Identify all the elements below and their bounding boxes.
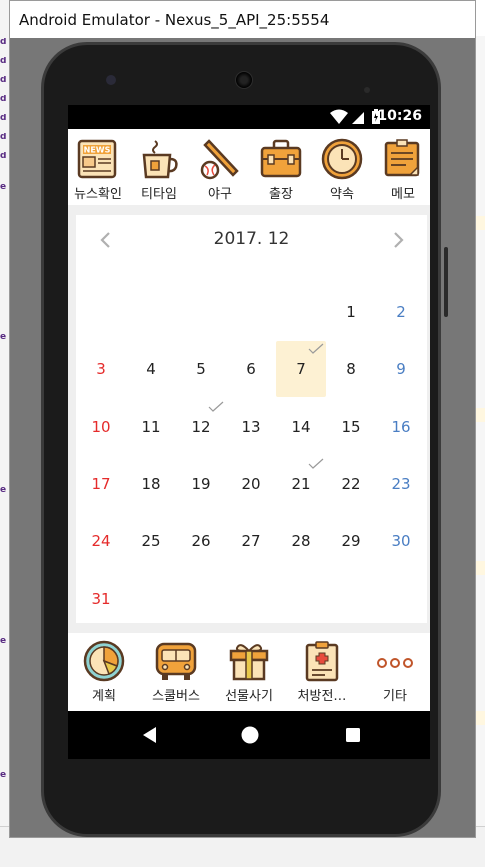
calendar-day[interactable]: 1 [326, 284, 376, 340]
chevron-right-icon [394, 232, 404, 248]
status-bar: 10:26 [68, 105, 430, 129]
emulator-window: Android Emulator - Nexus_5_API_25:5554 1… [9, 0, 476, 838]
category-label: 스쿨버스 [152, 689, 200, 704]
calendar-day[interactable]: 31 [76, 571, 126, 627]
calendar-day[interactable]: 2 [376, 284, 426, 340]
category-prescription[interactable]: 처방전… [286, 639, 358, 709]
calendar-day[interactable]: 22 [326, 456, 376, 512]
category-news[interactable]: NEWS 뉴스확인 [69, 137, 127, 205]
calendar-day[interactable]: 27 [226, 513, 276, 569]
top-category-bar: NEWS 뉴스확인 티타임 야구 출장 약속 메모 [68, 129, 430, 205]
calendar-day[interactable]: 25 [126, 513, 176, 569]
back-triangle-icon [143, 727, 156, 743]
status-time: 10:26 [377, 108, 422, 124]
svg-text:NEWS: NEWS [84, 146, 111, 155]
category-label: 뉴스확인 [74, 187, 122, 202]
category-appointment[interactable]: 약속 [313, 137, 371, 205]
bottom-category-bar: 계획 스쿨버스 선물사기 처방전… 기타 [68, 633, 430, 711]
category-label: 티타임 [141, 187, 177, 202]
calendar-day[interactable]: 20 [226, 456, 276, 512]
category-label: 선물사기 [225, 689, 273, 704]
calendar-day[interactable]: 13 [226, 399, 276, 455]
calendar-day[interactable]: 24 [76, 513, 126, 569]
category-gift-shopping[interactable]: 선물사기 [213, 639, 285, 709]
calendar-day[interactable]: 29 [326, 513, 376, 569]
category-label: 약속 [330, 187, 354, 202]
calendar-day[interactable]: 19 [176, 456, 226, 512]
checkmark-icon [208, 401, 224, 412]
category-memo[interactable]: 메모 [374, 137, 430, 205]
category-plan[interactable]: 계획 [68, 639, 140, 709]
more-dots-icon [377, 658, 413, 668]
category-business-trip[interactable]: 출장 [252, 137, 310, 205]
calendar-day[interactable]: 6 [226, 341, 276, 397]
category-label: 계획 [92, 689, 116, 704]
home-circle-icon [241, 726, 259, 744]
calendar-day[interactable]: 17 [76, 456, 126, 512]
calendar-day[interactable]: 23 [376, 456, 426, 512]
home-button[interactable] [238, 723, 262, 747]
calendar-day[interactable]: 8 [326, 341, 376, 397]
calendar-day[interactable]: 11 [126, 399, 176, 455]
calendar-day[interactable]: 9 [376, 341, 426, 397]
calendar-day[interactable]: 28 [276, 513, 326, 569]
calendar-day[interactable]: 4 [126, 341, 176, 397]
calendar-card: 2017. 12 1 2 3 4 5 6 7 8 9 10 11 12 13 14 15 16 17 18 19 20… [76, 215, 427, 623]
calendar-day[interactable]: 14 [276, 399, 326, 455]
calendar-day[interactable]: 15 [326, 399, 376, 455]
category-label: 야구 [208, 187, 232, 202]
school-bus-icon [155, 642, 197, 680]
calendar-day[interactable]: 3 [76, 341, 126, 397]
category-tea-time[interactable]: 티타임 [130, 137, 188, 205]
recents-button[interactable] [341, 723, 365, 747]
category-label: 출장 [269, 187, 293, 202]
briefcase-icon [260, 139, 302, 178]
calendar-day[interactable]: 5 [176, 341, 226, 397]
month-title: 2017. 12 [213, 229, 290, 249]
power-button[interactable] [444, 247, 448, 317]
recents-square-icon [346, 728, 360, 742]
calendar-day-selected[interactable]: 7 [276, 341, 326, 397]
calendar-day[interactable]: 21 [276, 456, 326, 512]
newspaper-icon: NEWS [77, 139, 117, 179]
baseball-icon [200, 139, 239, 180]
gift-icon [229, 644, 269, 681]
checkmark-icon [308, 343, 324, 354]
calendar-day[interactable]: 30 [376, 513, 426, 569]
cell-signal-icon [352, 112, 364, 124]
category-other[interactable]: 기타 [359, 639, 430, 709]
calendar-day[interactable]: 12 [176, 399, 226, 455]
android-nav-bar [68, 711, 430, 759]
tea-cup-icon [142, 140, 178, 179]
window-title: Android Emulator - Nexus_5_API_25:5554 [19, 11, 330, 29]
prescription-icon [305, 641, 339, 682]
category-label: 기타 [383, 689, 407, 704]
next-month-button[interactable] [388, 228, 408, 252]
checkmark-icon [308, 458, 324, 469]
pie-chart-icon [83, 640, 125, 682]
memo-icon [384, 139, 420, 177]
back-button[interactable] [138, 723, 162, 747]
calendar-day[interactable]: 16 [376, 399, 426, 455]
wifi-icon [330, 109, 348, 124]
earpiece-speaker [235, 71, 253, 89]
category-label: 처방전… [297, 689, 347, 704]
category-school-bus[interactable]: 스쿨버스 [140, 639, 212, 709]
proximity-sensor [364, 78, 386, 112]
front-camera [106, 75, 116, 85]
device-screen: 10:26 NEWS 뉴스확인 티타임 야구 출장 약속 메모 2017. 12… [68, 105, 430, 759]
category-baseball[interactable]: 야구 [191, 137, 249, 205]
calendar-day[interactable]: 10 [76, 399, 126, 455]
window-titlebar[interactable]: Android Emulator - Nexus_5_API_25:5554 [10, 1, 475, 38]
calendar-day[interactable]: 26 [176, 513, 226, 569]
calendar-day[interactable]: 18 [126, 456, 176, 512]
category-label: 메모 [391, 187, 415, 202]
clock-icon [321, 138, 363, 180]
